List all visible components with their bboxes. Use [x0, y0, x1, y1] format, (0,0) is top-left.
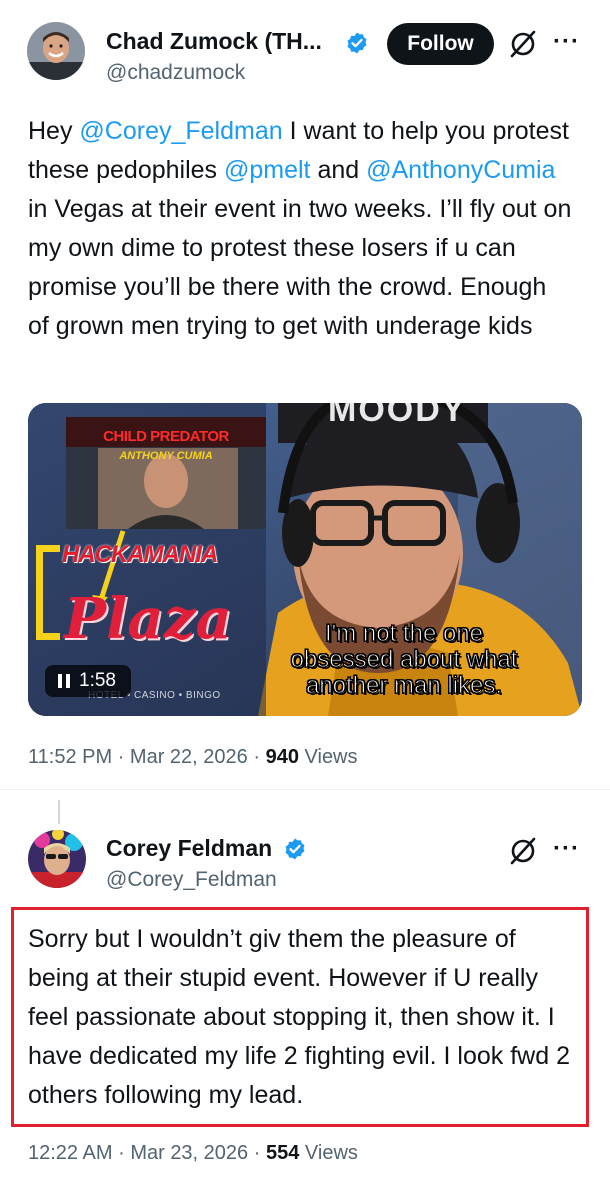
subtitle-line-1: I'm not the one — [324, 620, 483, 647]
tweet-meta: 12:22 AM · Mar 23, 2026 · 554 Views — [28, 1142, 358, 1165]
verified-badge-icon — [285, 838, 305, 860]
tweet-text-part: and — [310, 156, 367, 184]
mention-pmelt[interactable]: @pmelt — [224, 156, 311, 184]
hat-text: MOODY — [328, 403, 467, 429]
tweet-date[interactable]: Mar 23, 2026 — [130, 1142, 248, 1164]
tweet-time[interactable]: 12:22 AM — [28, 1142, 113, 1164]
avatar-corey[interactable] — [28, 830, 86, 888]
video-duration: 1:58 — [79, 670, 116, 691]
subtitle-line-3: another man likes. — [305, 672, 503, 699]
grok-icon[interactable] — [508, 836, 538, 866]
video-player[interactable]: CHILD PREDATOR ANTHONY CUMIA HACKAMANIA … — [28, 403, 582, 716]
tweet-text: Hey @Corey_Feldman I want to help you pr… — [28, 112, 573, 346]
meta-separator: · — [253, 746, 261, 768]
highlight-annotation — [11, 907, 589, 1127]
handle[interactable]: @chadzumock — [106, 61, 245, 85]
banner-name: ANTHONY CUMIA — [119, 450, 213, 462]
avatar-chad-image — [27, 22, 85, 80]
verified-badge-icon — [347, 32, 367, 54]
tweet-text-part: Hey — [28, 117, 80, 145]
views-label: Views — [304, 1142, 358, 1164]
meta-separator: · — [253, 1142, 261, 1164]
mention-anthony-cumia[interactable]: @AnthonyCumia — [366, 156, 555, 184]
meta-separator: · — [118, 1142, 125, 1164]
avatar-chad[interactable] — [27, 22, 85, 80]
handle[interactable]: @Corey_Feldman — [106, 868, 277, 892]
avatar-corey-image — [28, 830, 86, 888]
display-name[interactable]: Corey Feldman — [106, 835, 272, 862]
logo-hackamania: HACKAMANIA — [62, 541, 218, 568]
views-count: 554 — [265, 1142, 300, 1164]
views-count: 940 — [265, 746, 299, 768]
tweet-date[interactable]: Mar 22, 2026 — [130, 746, 248, 768]
display-name[interactable]: Chad Zumock (TH... — [106, 28, 322, 55]
tweet-chad: Chad Zumock (TH... @chadzumock Follow ··… — [0, 0, 610, 800]
banner-child-predator: CHILD PREDATOR — [103, 428, 229, 445]
video-time-pill[interactable]: 1:58 — [45, 665, 131, 697]
logo-plaza: Plaza — [64, 586, 232, 652]
pause-icon[interactable] — [57, 673, 71, 689]
grok-icon[interactable] — [508, 29, 538, 59]
views-label: Views — [304, 746, 358, 768]
mention-corey-feldman[interactable]: @Corey_Feldman — [79, 117, 282, 145]
tweet-text-part: in Vegas at their event in two weeks. I’… — [28, 195, 572, 340]
divider — [0, 789, 610, 790]
subtitle-line-2: obsessed about what — [290, 646, 518, 673]
more-options-icon[interactable]: ··· — [553, 835, 580, 863]
tweet-time[interactable]: 11:52 PM — [28, 746, 112, 768]
meta-separator: · — [117, 746, 125, 768]
more-options-icon[interactable]: ··· — [553, 28, 580, 56]
follow-button[interactable]: Follow — [387, 23, 494, 65]
video-subtitle: I'm not the one obsessed about what anot… — [254, 620, 554, 699]
tweet-meta: 11:52 PM · Mar 22, 2026 · 940 Views — [28, 746, 358, 769]
